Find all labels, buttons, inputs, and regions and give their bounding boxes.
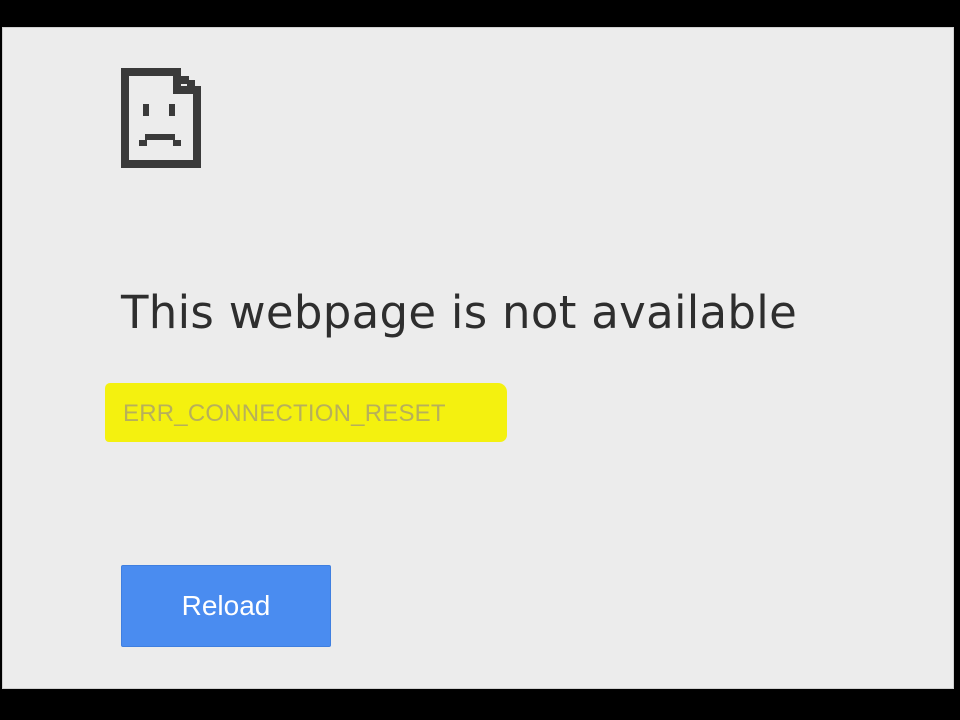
letterbox-frame: This webpage is not available ERR_CONNEC… bbox=[0, 0, 960, 720]
sad-document-icon bbox=[119, 66, 203, 170]
error-page: This webpage is not available ERR_CONNEC… bbox=[2, 27, 954, 689]
error-code: ERR_CONNECTION_RESET bbox=[123, 400, 446, 427]
error-title: This webpage is not available bbox=[121, 286, 798, 339]
reload-button[interactable]: Reload bbox=[121, 565, 331, 647]
